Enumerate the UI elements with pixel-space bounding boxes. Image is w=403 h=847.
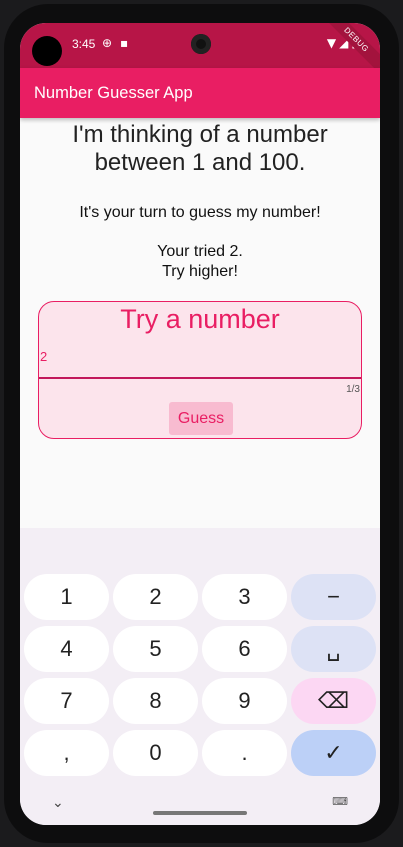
- key-period[interactable]: .: [202, 730, 287, 776]
- gps-icon: ⊕: [102, 36, 113, 50]
- key-7[interactable]: 7: [24, 678, 109, 724]
- feedback: Your tried 2. Try higher!: [20, 242, 380, 282]
- front-camera-left: [32, 36, 62, 66]
- key-5[interactable]: 5: [113, 626, 198, 672]
- backspace-icon[interactable]: ⌫: [291, 678, 376, 724]
- input-underline: [39, 377, 361, 379]
- app-bar: Number Guesser App: [20, 68, 380, 118]
- wifi-icon: ▼: [326, 36, 337, 50]
- guess-input[interactable]: 2: [40, 349, 47, 364]
- key-2[interactable]: 2: [113, 574, 198, 620]
- key-4[interactable]: 4: [24, 626, 109, 672]
- status-time: 3:45: [72, 37, 96, 51]
- main-content: I'm thinking of a number between 1 and 1…: [20, 118, 380, 528]
- guess-card: Try a number 2 1/3 Guess: [38, 301, 362, 439]
- home-indicator[interactable]: [153, 811, 247, 815]
- sim-icon: ▪: [120, 36, 129, 50]
- key-8[interactable]: 8: [113, 678, 198, 724]
- key-0[interactable]: 0: [113, 730, 198, 776]
- app-title: Number Guesser App: [34, 84, 193, 102]
- key-1[interactable]: 1: [24, 574, 109, 620]
- front-camera-center: [191, 34, 211, 54]
- guess-button[interactable]: Guess: [169, 402, 233, 435]
- headline-line-2: between 1 and 100.: [94, 149, 306, 176]
- chevron-down-icon[interactable]: ⌄: [52, 795, 64, 811]
- keyboard-icon[interactable]: ⌨: [332, 795, 348, 808]
- headline-line-1: I'm thinking of a number: [72, 121, 328, 148]
- checkmark-icon[interactable]: ✓: [291, 730, 376, 776]
- key-9[interactable]: 9: [202, 678, 287, 724]
- prompt-text: It's your turn to guess my number!: [79, 204, 321, 221]
- minus-key[interactable]: −: [291, 574, 376, 620]
- key-3[interactable]: 3: [202, 574, 287, 620]
- space-key[interactable]: ␣: [291, 626, 376, 672]
- keyboard-nav-row: ⌄ ⌨: [20, 791, 380, 825]
- card-title: Try a number: [120, 304, 280, 334]
- key-6[interactable]: 6: [202, 626, 287, 672]
- headline: I'm thinking of a number between 1 and 1…: [20, 121, 380, 177]
- numeric-keyboard: 1 2 3 − 4 5 6 ␣ 7 8 9 ⌫ , 0 . ✓ ⌄ ⌨: [20, 528, 380, 825]
- status-bar: 3:45 ⊕ ▪ ▼ ◢ ▮ DEBUG: [20, 23, 380, 81]
- feedback-line-1: Your tried 2.: [157, 243, 243, 260]
- key-comma[interactable]: ,: [24, 730, 109, 776]
- screen: 3:45 ⊕ ▪ ▼ ◢ ▮ DEBUG Number Guesser App …: [20, 23, 380, 825]
- feedback-line-2: Try higher!: [162, 263, 238, 280]
- character-counter: 1/3: [346, 384, 360, 395]
